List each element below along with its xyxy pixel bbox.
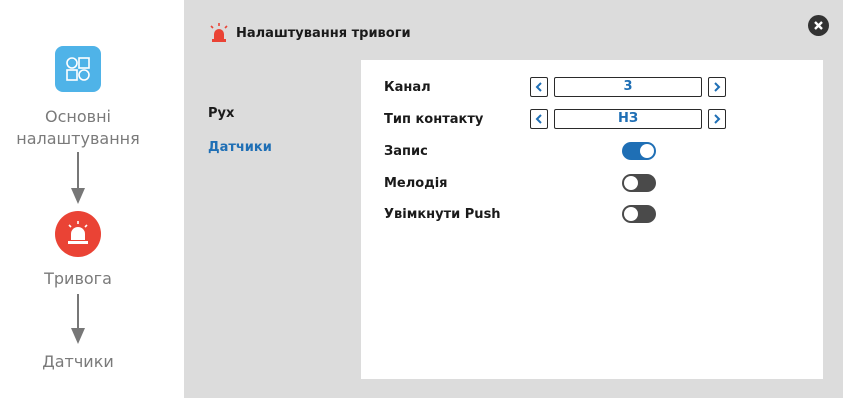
chevron-left-icon bbox=[535, 114, 542, 124]
close-icon bbox=[814, 21, 823, 30]
contact-type-prev-button[interactable] bbox=[530, 109, 548, 129]
melody-toggle[interactable] bbox=[622, 174, 656, 192]
setting-row-record: Запис bbox=[384, 140, 656, 162]
push-toggle[interactable] bbox=[622, 205, 656, 223]
channel-prev-button[interactable] bbox=[530, 77, 548, 97]
record-toggle[interactable] bbox=[622, 142, 656, 160]
setting-row-melody: Мелодія bbox=[384, 172, 656, 194]
panel-header: Налаштування тривоги bbox=[208, 20, 411, 46]
side-nav-item-motion[interactable]: Рух bbox=[208, 104, 272, 124]
siren-icon bbox=[55, 211, 101, 257]
push-label: Увімкнути Push bbox=[384, 206, 501, 222]
toggle-knob bbox=[624, 207, 638, 221]
settings-grid-icon bbox=[55, 46, 101, 92]
toggle-knob bbox=[624, 176, 638, 190]
panel-title: Налаштування тривоги bbox=[236, 25, 411, 41]
contact-type-label: Тип контакту bbox=[384, 111, 484, 127]
setting-row-push: Увімкнути Push bbox=[384, 203, 656, 225]
chevron-left-icon bbox=[535, 82, 542, 92]
setting-row-channel: Канал 3 bbox=[384, 76, 726, 98]
contact-type-value: НЗ bbox=[554, 109, 702, 129]
side-nav-item-sensors[interactable]: Датчики bbox=[208, 138, 272, 158]
contact-type-stepper: НЗ bbox=[530, 109, 726, 129]
toggle-knob bbox=[640, 144, 654, 158]
channel-value: 3 bbox=[554, 77, 702, 97]
flow-step-label-sensors: Датчики bbox=[42, 352, 114, 371]
settings-card: Канал 3 Тип контакту НЗ Запис Мелодія Ув… bbox=[361, 60, 823, 379]
app-root: Основні налаштування Тривога Датчики Нал… bbox=[0, 0, 843, 398]
alarm-settings-panel: Налаштування тривоги Рух Датчики Канал 3… bbox=[184, 0, 843, 398]
channel-label: Канал bbox=[384, 79, 431, 95]
side-nav: Рух Датчики bbox=[208, 104, 272, 172]
arrow-down-icon bbox=[68, 294, 88, 344]
setting-row-contact-type: Тип контакту НЗ bbox=[384, 108, 726, 130]
melody-label: Мелодія bbox=[384, 175, 448, 191]
chevron-right-icon bbox=[714, 114, 721, 124]
channel-next-button[interactable] bbox=[708, 77, 726, 97]
flow-diagram: Основні налаштування Тривога Датчики bbox=[0, 0, 184, 398]
siren-icon bbox=[208, 22, 230, 44]
flow-step-label-alarm: Тривога bbox=[44, 269, 112, 288]
chevron-right-icon bbox=[714, 82, 721, 92]
channel-stepper: 3 bbox=[530, 77, 726, 97]
close-button[interactable] bbox=[808, 15, 829, 36]
record-label: Запис bbox=[384, 143, 428, 159]
flow-step-label-settings: Основні налаштування bbox=[16, 107, 140, 148]
arrow-down-icon bbox=[68, 152, 88, 204]
contact-type-next-button[interactable] bbox=[708, 109, 726, 129]
